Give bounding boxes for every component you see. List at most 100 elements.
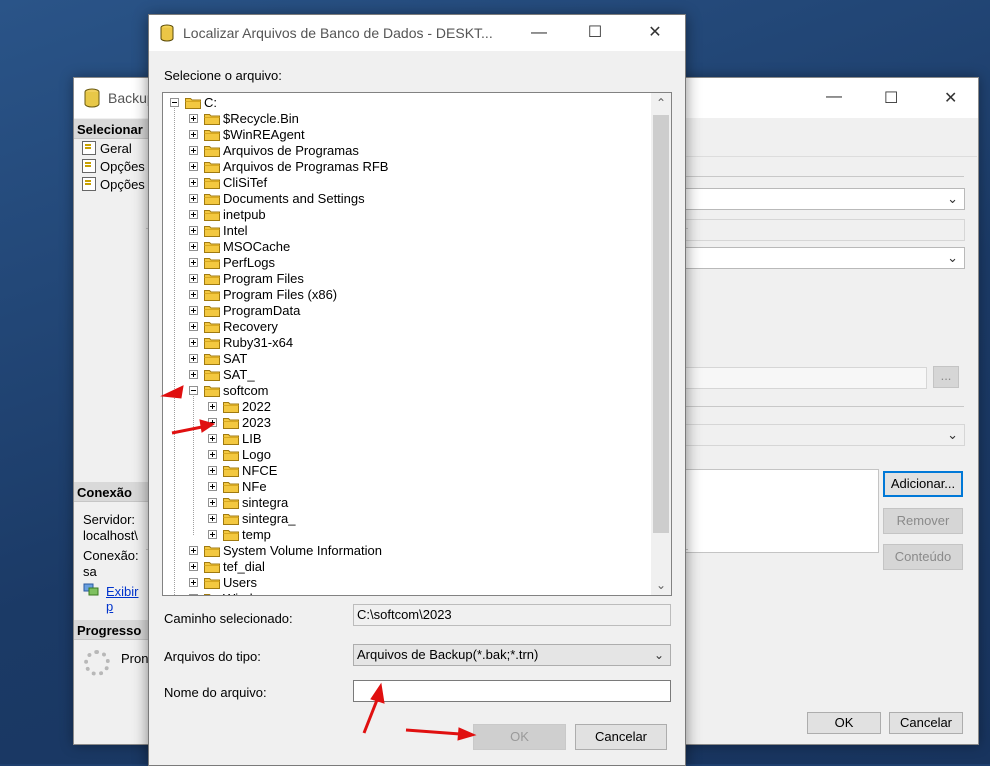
file-type-value: Arquivos de Backup(*.bak;*.trn): [357, 647, 539, 662]
expand-icon[interactable]: [208, 466, 217, 475]
scroll-down-icon[interactable]: ⌄: [651, 575, 671, 595]
bg-combo-2[interactable]: ⌄: [684, 247, 965, 269]
tree-item-label: $Recycle.Bin: [223, 111, 299, 126]
expand-icon[interactable]: [189, 306, 198, 315]
file-name-input[interactable]: [353, 680, 671, 702]
expand-icon[interactable]: [189, 354, 198, 363]
select-file-label: Selecione o arquivo:: [164, 68, 282, 83]
folder-icon: [223, 417, 239, 429]
folder-icon: [204, 209, 220, 221]
scroll-up-icon[interactable]: ⌃: [651, 93, 671, 113]
expand-icon[interactable]: [189, 146, 198, 155]
tree-item-label: Arquivos de Programas: [223, 143, 359, 158]
expand-icon[interactable]: [189, 322, 198, 331]
folder-icon: [204, 161, 220, 173]
collapse-icon[interactable]: [170, 98, 179, 107]
bg-combo-1[interactable]: ⌄: [684, 188, 965, 210]
ok-button[interactable]: OK: [473, 724, 566, 750]
cancel-button[interactable]: Cancelar: [889, 712, 963, 734]
expand-icon[interactable]: [189, 274, 198, 283]
expand-icon[interactable]: [189, 162, 198, 171]
expand-icon[interactable]: [189, 578, 198, 587]
expand-icon[interactable]: [189, 178, 198, 187]
minimize-icon[interactable]: —: [826, 88, 842, 106]
folder-icon: [204, 545, 220, 557]
expand-icon[interactable]: [189, 338, 198, 347]
tree-item-label: Recovery: [223, 319, 278, 334]
view-connection-properties-link[interactable]: Exibir p: [106, 584, 148, 614]
tree-item-label: SAT_: [223, 367, 255, 382]
expand-icon[interactable]: [208, 530, 217, 539]
tree-item-label: Ruby31-x64: [223, 335, 294, 350]
expand-icon[interactable]: [189, 594, 198, 595]
dialog-titlebar: Localizar Arquivos de Banco de Dados - D…: [149, 15, 685, 51]
tree-item-label: softcom: [223, 383, 269, 398]
folder-icon: [204, 289, 220, 301]
backup-destination-list[interactable]: [684, 469, 879, 553]
nav-item-general[interactable]: Geral: [82, 141, 132, 156]
browse-button[interactable]: ...: [933, 366, 959, 388]
expand-icon[interactable]: [189, 242, 198, 251]
folder-icon: [223, 433, 239, 445]
scroll-thumb[interactable]: [653, 115, 669, 533]
selected-path-label: Caminho selecionado:: [164, 611, 293, 626]
maximize-icon[interactable]: ☐: [583, 21, 607, 45]
expand-icon[interactable]: [208, 418, 217, 427]
tree-item-label: Windows: [223, 591, 276, 595]
database-icon: [84, 88, 100, 108]
close-icon[interactable]: ✕: [643, 21, 667, 45]
expand-icon[interactable]: [189, 258, 198, 267]
backup-nav-pane: Selecionar Geral Opções Opções Conexão S…: [74, 118, 149, 744]
expand-icon[interactable]: [189, 226, 198, 235]
tree-item-label: tef_dial: [223, 559, 265, 574]
collapse-icon[interactable]: [189, 386, 198, 395]
expand-icon[interactable]: [208, 482, 217, 491]
tree-item-label: ProgramData: [223, 303, 301, 318]
dialog-title: Localizar Arquivos de Banco de Dados - D…: [183, 25, 493, 41]
expand-icon[interactable]: [189, 194, 198, 203]
chevron-down-icon: ⌄: [947, 427, 958, 442]
expand-icon[interactable]: [189, 290, 198, 299]
close-icon[interactable]: ✕: [944, 88, 957, 108]
folder-icon: [204, 561, 220, 573]
nav-item-options-1[interactable]: Opções: [82, 159, 145, 174]
nav-item-options-2[interactable]: Opções: [82, 177, 145, 192]
bg-combo-3[interactable]: ⌄: [684, 424, 965, 446]
folder-tree-content: C: $Recycle.Bin $WinREAgent Arquivos de Pro…: [163, 93, 653, 595]
expand-icon[interactable]: [208, 514, 217, 523]
remove-button[interactable]: Remover: [883, 508, 963, 534]
folder-icon: [204, 369, 220, 381]
tree-item-label: PerfLogs: [223, 255, 276, 270]
expand-icon[interactable]: [189, 370, 198, 379]
progress-header: Progresso: [74, 620, 148, 640]
expand-icon[interactable]: [208, 450, 217, 459]
tree-item-label: SAT: [223, 351, 248, 366]
tree-item-label: inetpub: [223, 207, 266, 222]
tree-item-label: Program Files (x86): [223, 287, 338, 302]
minimize-icon[interactable]: —: [527, 21, 551, 45]
expand-icon[interactable]: [189, 114, 198, 123]
contents-button[interactable]: Conteúdo: [883, 544, 963, 570]
maximize-icon[interactable]: ☐: [884, 88, 898, 108]
expand-icon[interactable]: [189, 562, 198, 571]
add-button[interactable]: Adicionar...: [883, 471, 963, 497]
tree-item-label: NFCE: [242, 463, 278, 478]
cancel-button[interactable]: Cancelar: [575, 724, 667, 750]
folder-icon: [204, 577, 220, 589]
tree-item-label: temp: [242, 527, 271, 542]
expand-icon[interactable]: [189, 546, 198, 555]
expand-icon[interactable]: [208, 434, 217, 443]
expand-icon[interactable]: [189, 210, 198, 219]
tree-item-label: Intel: [223, 223, 248, 238]
expand-icon[interactable]: [189, 130, 198, 139]
file-type-select[interactable]: Arquivos de Backup(*.bak;*.trn) ⌄: [353, 644, 671, 666]
expand-icon[interactable]: [208, 402, 217, 411]
folder-icon: [204, 337, 220, 349]
ok-button[interactable]: OK: [807, 712, 881, 734]
tree-vertical-scrollbar[interactable]: ⌃ ⌄: [651, 93, 671, 595]
expand-icon[interactable]: [208, 498, 217, 507]
bg-path-field: [684, 367, 927, 389]
folder-icon: [204, 305, 220, 317]
folder-tree[interactable]: C: $Recycle.Bin $WinREAgent Arquivos de Pro…: [162, 92, 672, 596]
tree-item-label: System Volume Information: [223, 543, 382, 558]
